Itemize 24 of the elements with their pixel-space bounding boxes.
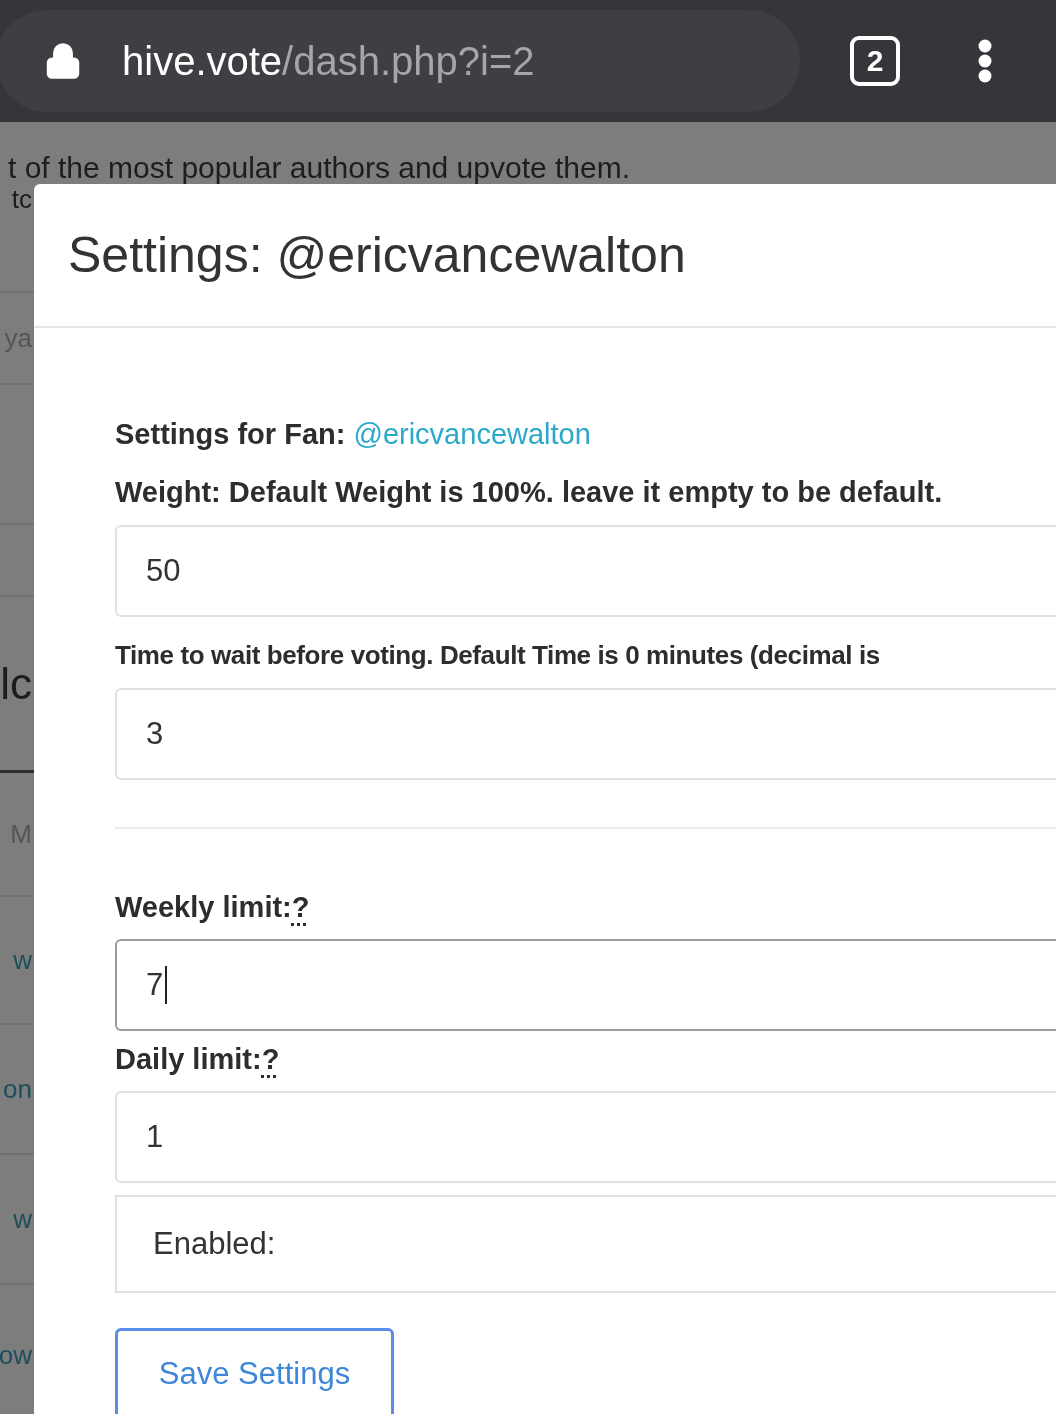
address-bar[interactable]: hive.vote/dash.php?i=2 [0, 10, 800, 112]
page-text: tc [11, 184, 32, 215]
input-field[interactable]: 3 [115, 688, 1056, 780]
help-mark[interactable]: ? [291, 891, 310, 923]
input-field[interactable]: 50 [115, 525, 1056, 617]
page-heading: lc [0, 658, 32, 709]
page-text: t of the most popular authors and upvote them. [8, 150, 631, 186]
save-settings-button[interactable]: Save Settings [115, 1328, 394, 1414]
help-mark[interactable]: ? [261, 1043, 280, 1075]
field-label: Daily limit: [115, 1043, 262, 1075]
menu-icon[interactable] [978, 39, 992, 83]
lock-icon [44, 42, 82, 80]
dialog-title: Settings: @ericvancewalton [68, 226, 686, 284]
input-field[interactable]: 1 [115, 1091, 1056, 1183]
text-cursor [165, 966, 168, 1004]
enabled-label: Enabled: [153, 1226, 276, 1262]
field-label: Weekly limit: [115, 891, 292, 923]
field-label: Time to wait before voting. Default Time is 0 minutes (decimal is [115, 639, 881, 672]
url-host: hive.vote [122, 38, 283, 84]
field-label: Weight: Default Weight is 100%. leave it empty to be default. [115, 475, 944, 510]
url-path: /dash.php?i=2 [282, 38, 535, 84]
fan-label: Settings for Fan: @ericvancewalton [115, 417, 592, 452]
input-field[interactable]: 7 [115, 939, 1056, 1031]
tab-count-button[interactable]: 2 [850, 36, 900, 86]
